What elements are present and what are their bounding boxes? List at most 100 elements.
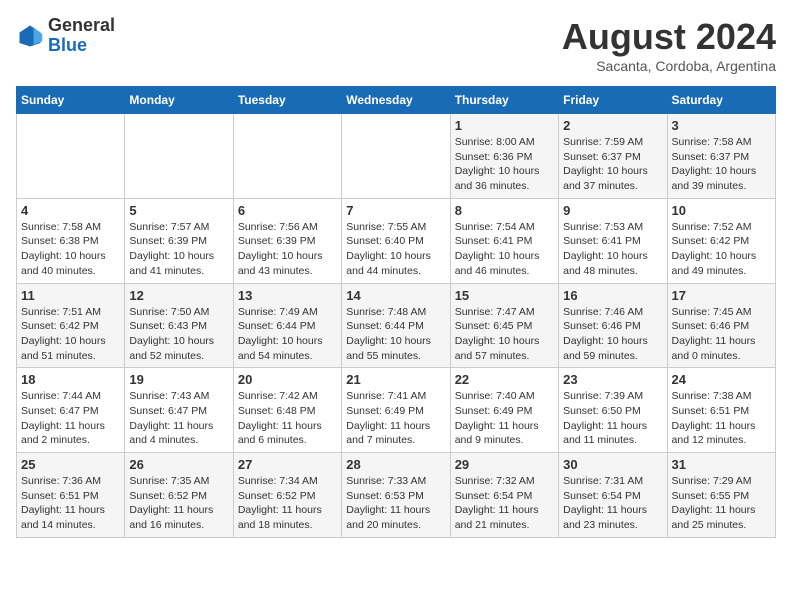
calendar-cell: 17Sunrise: 7:45 AMSunset: 6:46 PMDayligh… — [667, 283, 775, 368]
day-number: 14 — [346, 288, 445, 303]
calendar-cell — [233, 114, 341, 199]
calendar-week-row: 25 Sunrise: 7:36 AMSunset: 6:51 PMDayligh… — [17, 453, 776, 538]
calendar-cell: 31 Sunrise: 7:29 AMSunset: 6:55 PMDayligh… — [667, 453, 775, 538]
day-info: Sunrise: 7:42 AMSunset: 6:48 PMDaylight:… — [238, 389, 337, 448]
day-info: Sunrise: 7:52 AMSunset: 6:42 PMDaylight:… — [672, 220, 771, 279]
day-number: 1 — [455, 118, 554, 133]
day-of-week-header: Thursday — [450, 87, 558, 114]
title-section: August 2024 Sacanta, Cordoba, Argentina — [562, 16, 776, 74]
day-number: 20 — [238, 372, 337, 387]
day-info: Sunrise: 7:48 AMSunset: 6:44 PMDaylight:… — [346, 305, 445, 364]
day-number: 25 — [21, 457, 120, 472]
day-info: Sunrise: 7:41 AMSunset: 6:49 PMDaylight:… — [346, 389, 445, 448]
day-number: 4 — [21, 203, 120, 218]
calendar-cell: 24 Sunrise: 7:38 AMSunset: 6:51 PMDayligh… — [667, 368, 775, 453]
day-number: 31 — [672, 457, 771, 472]
day-number: 26 — [129, 457, 228, 472]
day-info: Sunrise: 7:46 AMSunset: 6:46 PMDaylight:… — [563, 305, 662, 364]
day-number: 24 — [672, 372, 771, 387]
calendar-cell: 22 Sunrise: 7:40 AMSunset: 6:49 PMDayligh… — [450, 368, 558, 453]
day-number: 30 — [563, 457, 662, 472]
calendar-week-row: 18 Sunrise: 7:44 AMSunset: 6:47 PMDayligh… — [17, 368, 776, 453]
calendar-cell: 9 Sunrise: 7:53 AMSunset: 6:41 PMDaylight… — [559, 198, 667, 283]
day-info: Sunrise: 7:54 AMSunset: 6:41 PMDaylight:… — [455, 220, 554, 279]
day-number: 15 — [455, 288, 554, 303]
day-number: 10 — [672, 203, 771, 218]
day-of-week-header: Tuesday — [233, 87, 341, 114]
day-info: Sunrise: 7:33 AMSunset: 6:53 PMDaylight:… — [346, 474, 445, 533]
calendar-body: 1 Sunrise: 8:00 AMSunset: 6:36 PMDaylight… — [17, 114, 776, 538]
day-info: Sunrise: 7:39 AMSunset: 6:50 PMDaylight:… — [563, 389, 662, 448]
day-info: Sunrise: 7:31 AMSunset: 6:54 PMDaylight:… — [563, 474, 662, 533]
calendar-cell: 19 Sunrise: 7:43 AMSunset: 6:47 PMDayligh… — [125, 368, 233, 453]
day-info: Sunrise: 7:50 AMSunset: 6:43 PMDaylight:… — [129, 305, 228, 364]
day-info: Sunrise: 7:58 AMSunset: 6:37 PMDaylight:… — [672, 135, 771, 194]
calendar-cell: 12 Sunrise: 7:50 AMSunset: 6:43 PMDayligh… — [125, 283, 233, 368]
calendar-week-row: 1 Sunrise: 8:00 AMSunset: 6:36 PMDaylight… — [17, 114, 776, 199]
day-number: 2 — [563, 118, 662, 133]
day-info: Sunrise: 7:45 AMSunset: 6:46 PMDaylight:… — [672, 305, 771, 364]
day-info: Sunrise: 7:35 AMSunset: 6:52 PMDaylight:… — [129, 474, 228, 533]
day-info: Sunrise: 7:56 AMSunset: 6:39 PMDaylight:… — [238, 220, 337, 279]
calendar-cell: 3 Sunrise: 7:58 AMSunset: 6:37 PMDaylight… — [667, 114, 775, 199]
day-of-week-header: Saturday — [667, 87, 775, 114]
day-of-week-header: Friday — [559, 87, 667, 114]
day-of-week-header: Monday — [125, 87, 233, 114]
day-of-week-header: Sunday — [17, 87, 125, 114]
calendar-cell: 26 Sunrise: 7:35 AMSunset: 6:52 PMDayligh… — [125, 453, 233, 538]
calendar-cell: 2 Sunrise: 7:59 AMSunset: 6:37 PMDaylight… — [559, 114, 667, 199]
day-info: Sunrise: 7:49 AMSunset: 6:44 PMDaylight:… — [238, 305, 337, 364]
day-info: Sunrise: 7:36 AMSunset: 6:51 PMDaylight:… — [21, 474, 120, 533]
calendar-cell: 27 Sunrise: 7:34 AMSunset: 6:52 PMDayligh… — [233, 453, 341, 538]
day-info: Sunrise: 7:47 AMSunset: 6:45 PMDaylight:… — [455, 305, 554, 364]
calendar-header: SundayMondayTuesdayWednesdayThursdayFrid… — [17, 87, 776, 114]
day-number: 23 — [563, 372, 662, 387]
day-number: 12 — [129, 288, 228, 303]
calendar-cell: 5 Sunrise: 7:57 AMSunset: 6:39 PMDaylight… — [125, 198, 233, 283]
logo: General Blue — [16, 16, 115, 56]
calendar-cell: 13Sunrise: 7:49 AMSunset: 6:44 PMDayligh… — [233, 283, 341, 368]
day-info: Sunrise: 7:32 AMSunset: 6:54 PMDaylight:… — [455, 474, 554, 533]
day-info: Sunrise: 7:57 AMSunset: 6:39 PMDaylight:… — [129, 220, 228, 279]
day-number: 3 — [672, 118, 771, 133]
day-number: 19 — [129, 372, 228, 387]
calendar-cell — [125, 114, 233, 199]
day-info: Sunrise: 7:29 AMSunset: 6:55 PMDaylight:… — [672, 474, 771, 533]
calendar-cell: 23 Sunrise: 7:39 AMSunset: 6:50 PMDayligh… — [559, 368, 667, 453]
calendar-cell — [17, 114, 125, 199]
day-number: 22 — [455, 372, 554, 387]
day-number: 29 — [455, 457, 554, 472]
day-info: Sunrise: 7:44 AMSunset: 6:47 PMDaylight:… — [21, 389, 120, 448]
logo-blue: Blue — [48, 35, 87, 55]
day-info: Sunrise: 7:55 AMSunset: 6:40 PMDaylight:… — [346, 220, 445, 279]
day-info: Sunrise: 8:00 AMSunset: 6:36 PMDaylight:… — [455, 135, 554, 194]
day-number: 27 — [238, 457, 337, 472]
day-number: 9 — [563, 203, 662, 218]
day-number: 5 — [129, 203, 228, 218]
calendar-cell: 4 Sunrise: 7:58 AMSunset: 6:38 PMDaylight… — [17, 198, 125, 283]
calendar-cell: 21 Sunrise: 7:41 AMSunset: 6:49 PMDayligh… — [342, 368, 450, 453]
logo-icon — [16, 22, 44, 50]
calendar-cell: 18 Sunrise: 7:44 AMSunset: 6:47 PMDayligh… — [17, 368, 125, 453]
calendar-table: SundayMondayTuesdayWednesdayThursdayFrid… — [16, 86, 776, 538]
calendar-cell: 14 Sunrise: 7:48 AMSunset: 6:44 PMDayligh… — [342, 283, 450, 368]
calendar-cell: 15 Sunrise: 7:47 AMSunset: 6:45 PMDayligh… — [450, 283, 558, 368]
day-number: 18 — [21, 372, 120, 387]
logo-general: General — [48, 15, 115, 35]
calendar-cell: 30 Sunrise: 7:31 AMSunset: 6:54 PMDayligh… — [559, 453, 667, 538]
day-info: Sunrise: 7:40 AMSunset: 6:49 PMDaylight:… — [455, 389, 554, 448]
day-number: 16 — [563, 288, 662, 303]
calendar-cell: 28Sunrise: 7:33 AMSunset: 6:53 PMDayligh… — [342, 453, 450, 538]
day-info: Sunrise: 7:34 AMSunset: 6:52 PMDaylight:… — [238, 474, 337, 533]
calendar-week-row: 11Sunrise: 7:51 AMSunset: 6:42 PMDayligh… — [17, 283, 776, 368]
day-number: 21 — [346, 372, 445, 387]
day-number: 7 — [346, 203, 445, 218]
day-info: Sunrise: 7:38 AMSunset: 6:51 PMDaylight:… — [672, 389, 771, 448]
calendar-cell: 11Sunrise: 7:51 AMSunset: 6:42 PMDayligh… — [17, 283, 125, 368]
day-info: Sunrise: 7:59 AMSunset: 6:37 PMDaylight:… — [563, 135, 662, 194]
day-number: 6 — [238, 203, 337, 218]
day-info: Sunrise: 7:58 AMSunset: 6:38 PMDaylight:… — [21, 220, 120, 279]
day-info: Sunrise: 7:53 AMSunset: 6:41 PMDaylight:… — [563, 220, 662, 279]
calendar-cell: 6 Sunrise: 7:56 AMSunset: 6:39 PMDaylight… — [233, 198, 341, 283]
day-info: Sunrise: 7:43 AMSunset: 6:47 PMDaylight:… — [129, 389, 228, 448]
